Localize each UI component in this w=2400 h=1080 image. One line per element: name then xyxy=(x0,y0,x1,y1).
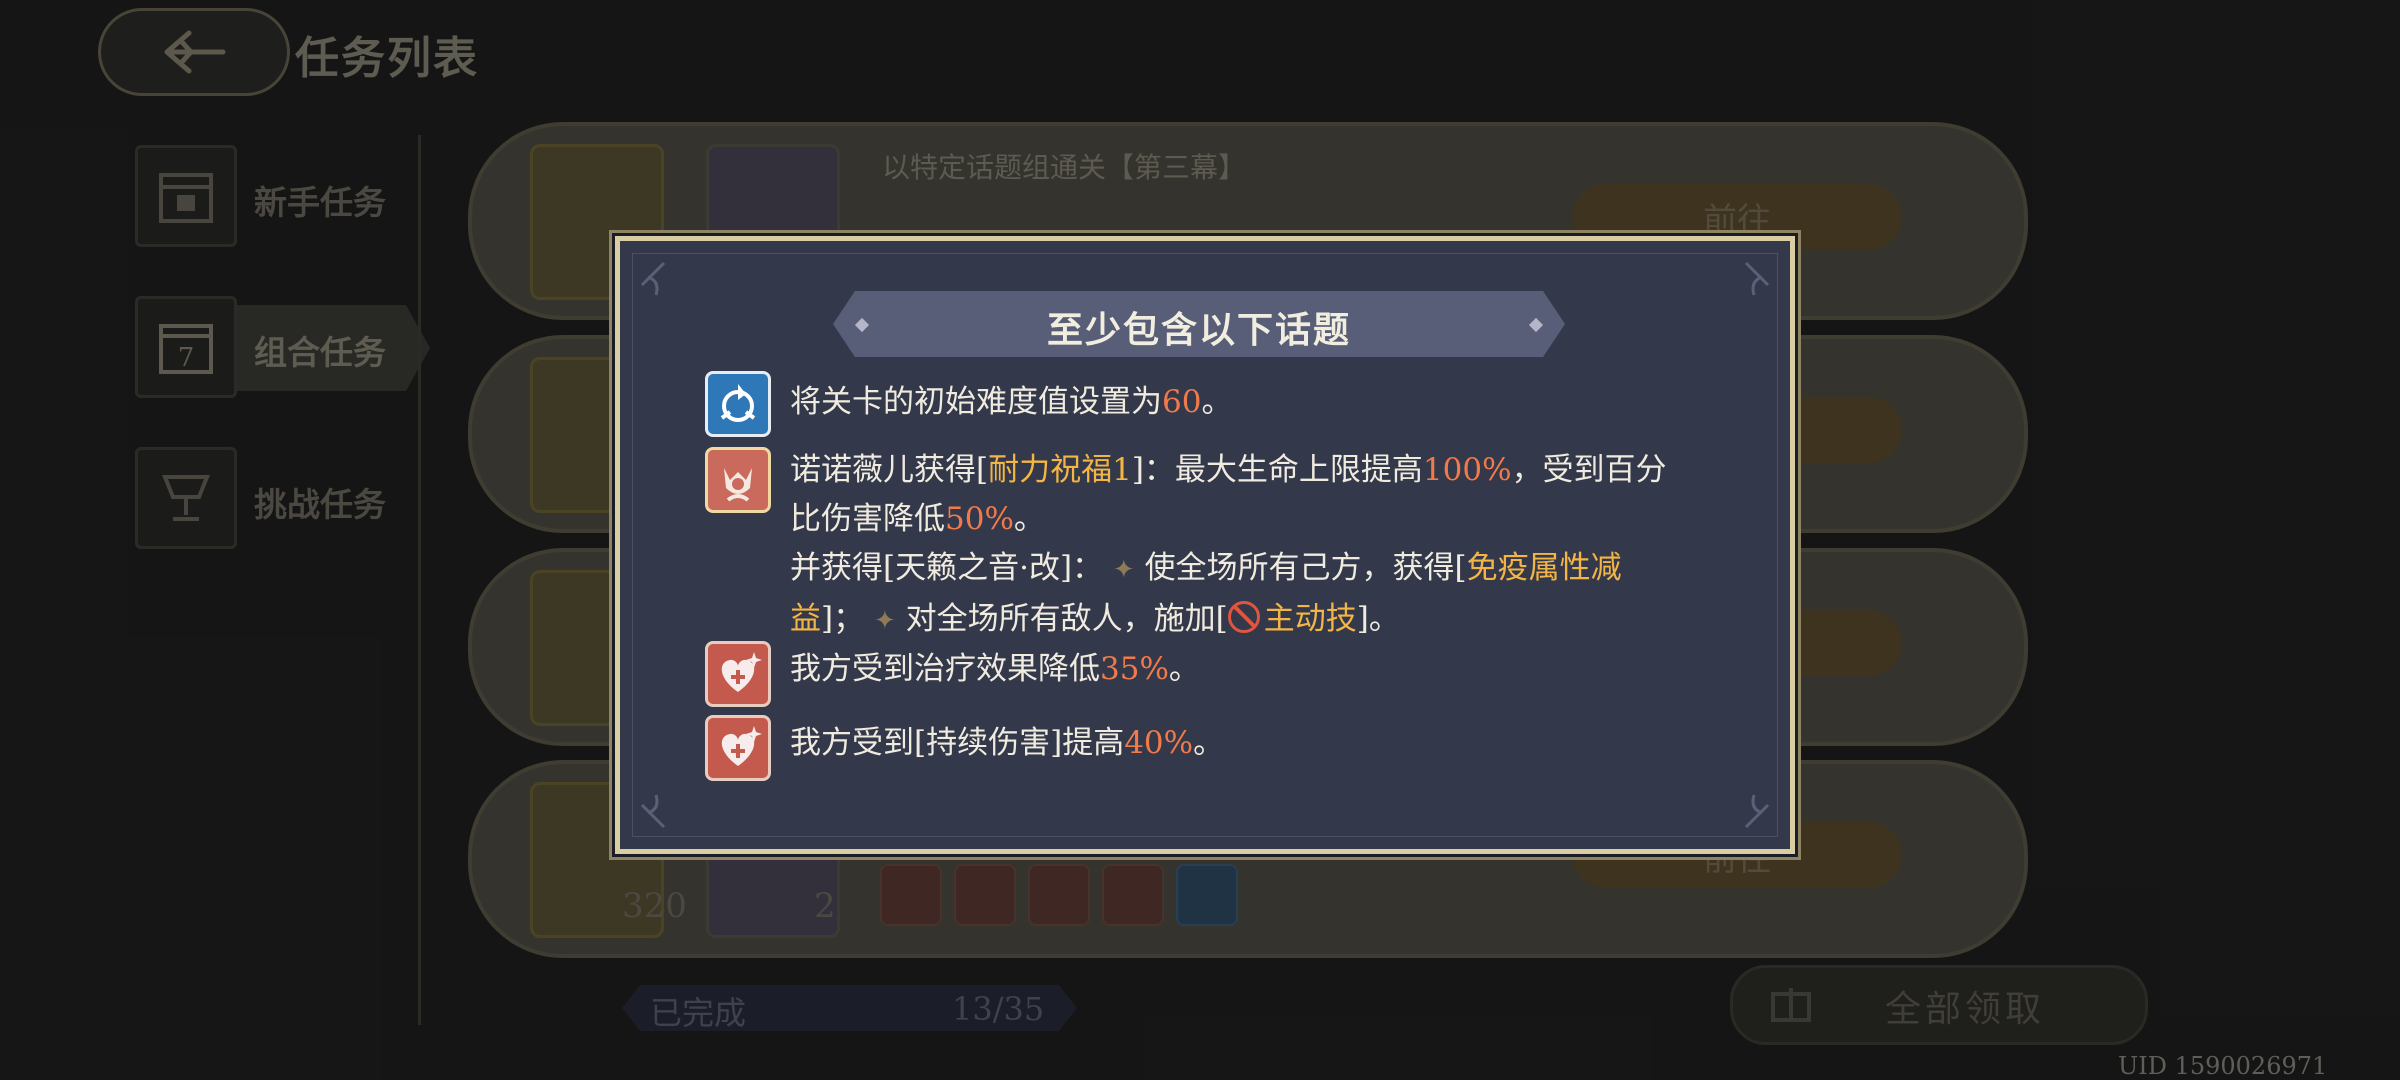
row-text: 诺诺薇儿获得[ xyxy=(790,452,989,488)
difficulty-icon xyxy=(705,371,771,437)
row-punctuation: 。 xyxy=(1193,725,1225,761)
corner-ornament-icon xyxy=(1744,794,1770,829)
row-number: 35% xyxy=(1100,651,1169,687)
character-portrait-icon xyxy=(705,447,771,513)
row-text: ]：最大生命上限提高 xyxy=(1131,452,1423,488)
prohibited-icon xyxy=(1227,601,1260,633)
row-text: 将关卡的初始难度值设置为 xyxy=(790,384,1162,420)
buff-name[interactable]: 耐力祝福1 xyxy=(988,452,1132,488)
corner-ornament-icon xyxy=(640,794,666,829)
debuff-name[interactable]: 主动技 xyxy=(1264,601,1357,637)
heal-reduce-icon xyxy=(705,641,771,707)
corner-ornament-icon xyxy=(640,261,666,296)
buff-line-1: 诺诺薇儿获得[耐力祝福1]：最大生命上限提高100%，受到百分 xyxy=(790,446,1730,495)
row-number: 60 xyxy=(1162,384,1202,420)
row-punctuation: 。 xyxy=(1168,651,1200,687)
popup-title: 至少包含以下话题 xyxy=(1046,309,1351,351)
row-punctuation: 。 xyxy=(1201,384,1233,420)
row-text: ]； xyxy=(821,601,865,637)
sparkle-icon: ✦ xyxy=(1112,555,1135,585)
buff-name[interactable]: 免疫属性减 xyxy=(1467,550,1622,586)
sparkle-icon: ✦ xyxy=(873,606,896,636)
row-text: 并获得[天籁之音·改]： xyxy=(790,550,1104,586)
popup-header: 至少包含以下话题 xyxy=(833,291,1565,357)
buff-line-2: 比伤害降低50%。 xyxy=(790,495,1730,544)
corner-ornament-icon xyxy=(1744,261,1770,296)
row-text: 我方受到治疗效果降低 xyxy=(790,651,1100,687)
row-number: 40% xyxy=(1124,725,1194,761)
row-text: 我方受到[持续伤害]提高 xyxy=(790,725,1125,761)
row-punctuation: 。 xyxy=(1013,501,1045,537)
buff-line-4: 益]； ✦ 对全场所有敌人，施加[ 主动技]。 xyxy=(790,595,1730,646)
row-number: 50% xyxy=(945,501,1014,537)
buff-name[interactable]: 益 xyxy=(790,601,821,637)
topic-row-difficulty: 将关卡的初始难度值设置为60。 xyxy=(790,378,1730,427)
row-text: 对全场所有敌人，施加[ xyxy=(905,601,1228,637)
buff-line-3: 并获得[天籁之音·改]： ✦ 使全场所有己方，获得[免疫属性减 xyxy=(790,544,1730,595)
row-number: 100% xyxy=(1422,452,1512,488)
topic-row-heal-reduction: 我方受到治疗效果降低35%。 xyxy=(790,645,1730,694)
row-text: ]。 xyxy=(1356,601,1400,637)
topic-row-dot-increase: 我方受到[持续伤害]提高40%。 xyxy=(790,719,1730,768)
row-text: 使全场所有己方，获得[ xyxy=(1144,550,1467,586)
heal-reduce-icon xyxy=(705,715,771,781)
row-text: 比伤害降低 xyxy=(790,501,945,537)
topic-requirements-popup: 至少包含以下话题 将关卡的初始难度值设置为60。 诺诺薇儿获得[耐力祝福1]：最… xyxy=(615,236,1795,854)
topic-row-character-buff: 诺诺薇儿获得[耐力祝福1]：最大生命上限提高100%，受到百分 比伤害降低50%… xyxy=(790,446,1730,646)
row-text: ，受到百分 xyxy=(1511,452,1667,488)
